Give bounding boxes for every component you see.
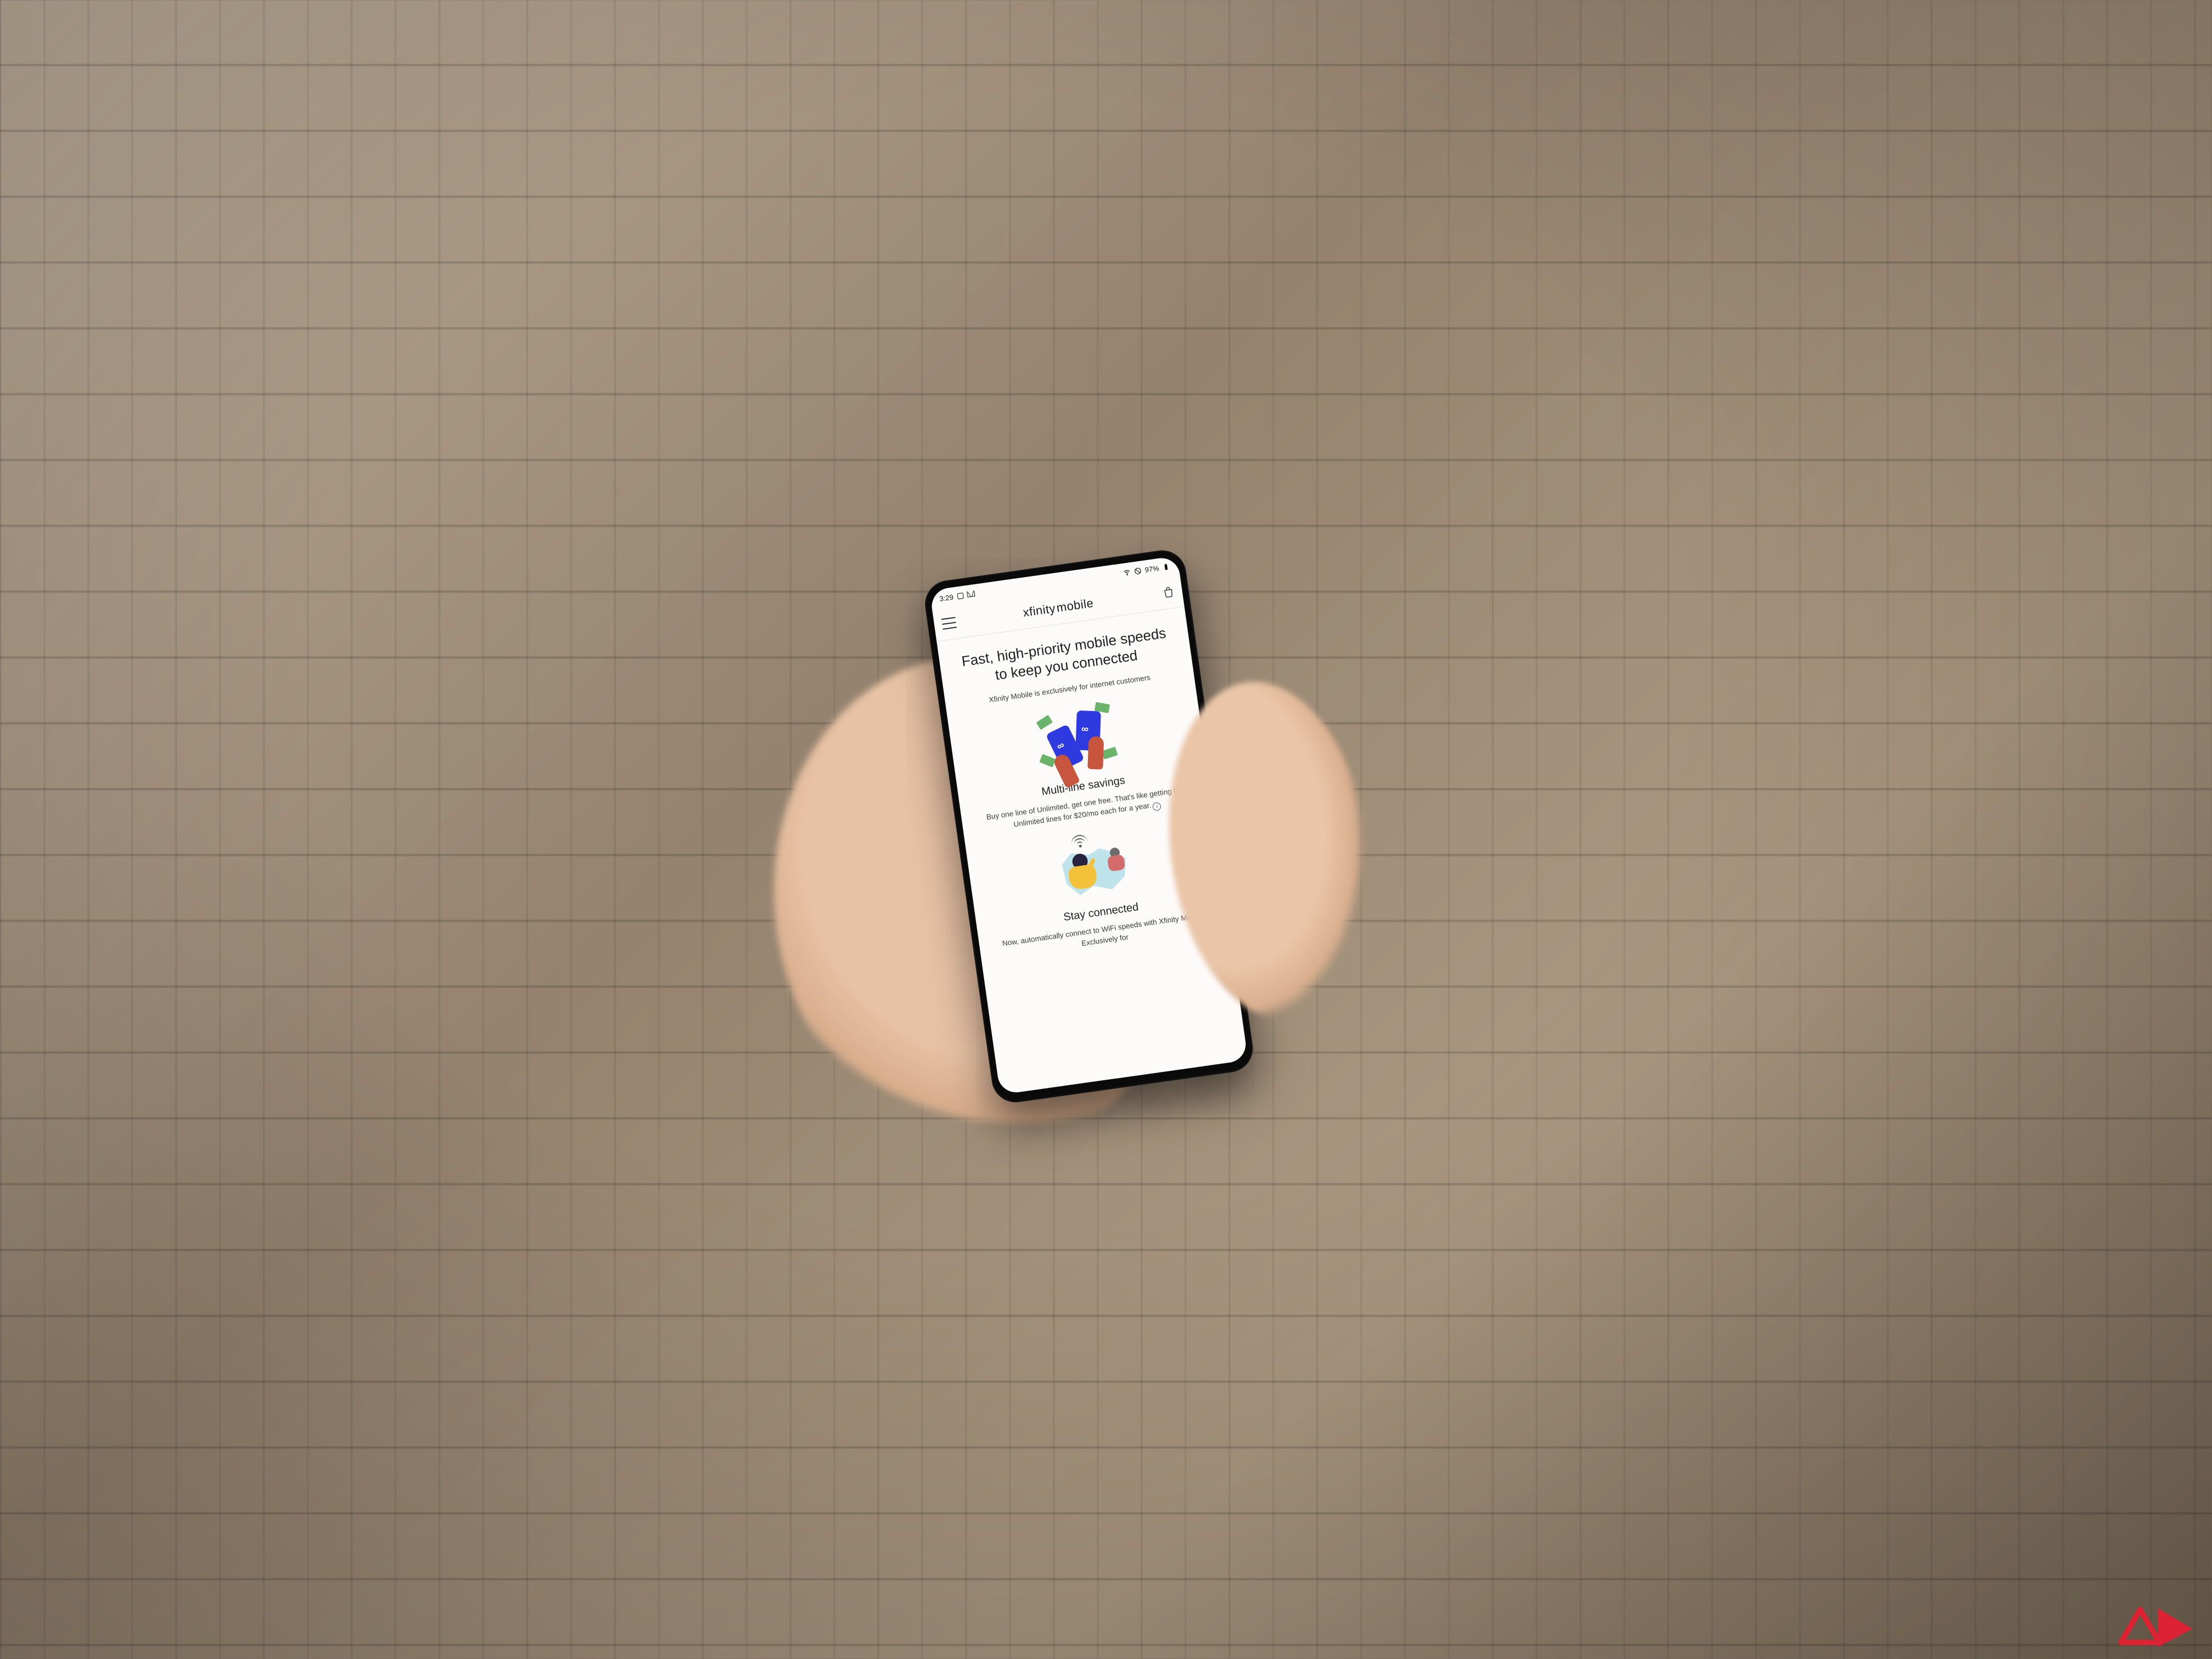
status-time: 3:29 [939,592,953,602]
menu-button[interactable] [941,617,957,629]
battery-icon [1162,562,1171,571]
do-not-disturb-icon [1133,566,1142,575]
shopping-bag-button[interactable] [1161,585,1175,600]
feature-illustration-map-wifi [1049,830,1140,906]
brand-logo[interactable]: xfinity mobile [1022,596,1094,620]
feature-illustration-phones-cash: ∞∞ [1032,703,1122,780]
gmail-icon [967,590,975,599]
stop-icon [956,591,965,600]
brand-secondary: mobile [1056,596,1094,615]
battery-percent: 97% [1144,563,1160,573]
wifi-icon [1122,568,1131,577]
stage: 3:29 [0,0,2212,1659]
feature-multiline-savings: ∞∞ Multi-line savings Buy one line of Un… [964,694,1197,836]
brand-primary: xfinity [1022,601,1057,620]
site-watermark-icon [2110,1599,2198,1648]
info-icon[interactable]: i [1153,802,1162,811]
